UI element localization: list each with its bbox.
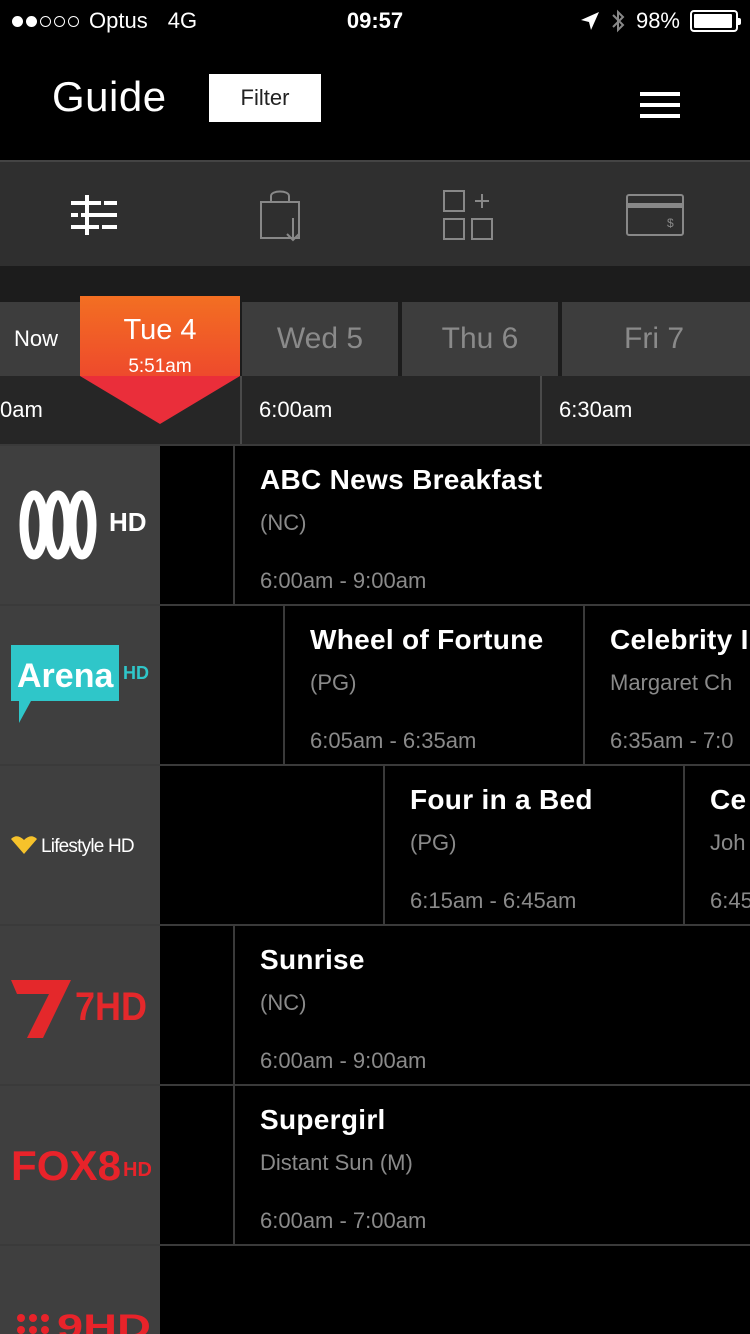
time-slot: 6:30am xyxy=(559,397,633,422)
program-cell[interactable]: Wheel of Fortune (PG) 6:05am - 6:35am xyxy=(283,606,583,764)
channel-row: Lifestyle HD Four in a Bed (PG) 6:15am -… xyxy=(0,764,750,924)
program-time: 6:05am - 6:35am xyxy=(310,728,477,753)
abc-logo: HD xyxy=(19,490,147,560)
program-title: Celebrity I xyxy=(610,624,749,655)
channel-logo-lifestyle[interactable]: Lifestyle HD xyxy=(0,766,160,924)
guide-grid-icon xyxy=(70,195,117,235)
time-slot-partial: 0am xyxy=(0,397,43,422)
active-day-label: Tue 4 xyxy=(123,314,197,346)
program-cell[interactable]: ABC News Breakfast (NC) 6:00am - 9:00am xyxy=(233,446,750,604)
toolbar-add-channels-button[interactable] xyxy=(374,162,561,268)
current-time-label: 5:51am xyxy=(128,356,192,377)
lifestyle-logo: Lifestyle HD xyxy=(11,836,135,857)
program-episode: Distant Sun (M) xyxy=(260,1150,413,1175)
program-rating: (NC) xyxy=(260,990,307,1015)
bluetooth-icon xyxy=(612,9,625,33)
toolbar: $ xyxy=(0,160,750,266)
channel-row: Arena HD Wheel of Fortune (PG) 6:05am - … xyxy=(0,604,750,764)
page-title: Guide xyxy=(52,73,167,120)
status-right: 98% xyxy=(580,8,741,34)
day-tab-wed[interactable]: Wed 5 xyxy=(242,302,398,376)
app-header: Guide Filter xyxy=(0,40,750,160)
channel-row: HD ABC News Breakfast (NC) 6:00am - 9:00… xyxy=(0,444,750,604)
program-title: Ce xyxy=(710,784,747,815)
program-time: 6:45 xyxy=(710,888,750,913)
location-arrow-icon xyxy=(580,12,599,30)
filter-button[interactable]: Filter xyxy=(209,74,321,122)
day-tab-active[interactable]: Tue 4 5:51am xyxy=(80,296,240,424)
channel-logo-seven[interactable]: 7HD xyxy=(0,926,160,1084)
arena-logo: Arena HD xyxy=(11,645,149,723)
toolbar-store-button[interactable] xyxy=(187,162,374,268)
program-episode: Margaret Ch xyxy=(610,670,733,695)
svg-text:$: $ xyxy=(667,216,674,230)
arena-logo-hd: HD xyxy=(123,663,149,683)
program-cell[interactable]: Celebrity I Margaret Ch 6:35am - 7:0 xyxy=(583,606,750,764)
channel-row: FOX8 HD Supergirl Distant Sun (M) 6:00am… xyxy=(0,1084,750,1244)
abc-logo-hd: HD xyxy=(109,507,147,537)
shopping-bag-download-icon xyxy=(259,190,300,242)
program-cell[interactable]: Supergirl Distant Sun (M) 6:00am - 7:00a… xyxy=(233,1086,750,1244)
lifestyle-logo-text: Lifestyle HD xyxy=(41,836,134,857)
program-time: 6:00am - 9:00am xyxy=(260,568,427,593)
program-cell[interactable]: Sunrise (NC) 6:00am - 9:00am xyxy=(233,926,750,1084)
day-tab-fri[interactable]: Fri 7 xyxy=(562,302,750,376)
now-marker-arrow xyxy=(80,376,240,424)
fox8-logo: FOX8 HD xyxy=(11,1142,151,1189)
program-title: ABC News Breakfast xyxy=(260,464,543,495)
time-divider xyxy=(540,376,542,444)
program-rating: (PG) xyxy=(410,830,457,855)
nine-logo-text: 9HD xyxy=(57,1308,151,1334)
day-tab-thu[interactable]: Thu 6 xyxy=(402,302,558,376)
program-title: Wheel of Fortune xyxy=(310,624,544,655)
seven-logo-text: 7HD xyxy=(75,985,147,1029)
nine-logo: 9HD xyxy=(17,1308,151,1334)
program-title: Sunrise xyxy=(260,944,365,975)
program-cell[interactable]: Ce Joh 6:45 xyxy=(683,766,750,924)
program-time: 6:35am - 7:0 xyxy=(610,728,734,753)
time-slot: 6:00am xyxy=(259,397,333,422)
program-rating: (PG) xyxy=(310,670,357,695)
channel-logo-fox8[interactable]: FOX8 HD xyxy=(0,1086,160,1244)
channel-logo-arena[interactable]: Arena HD xyxy=(0,606,160,764)
toolbar-payment-button[interactable]: $ xyxy=(561,162,748,268)
fox8-logo-text: FOX8 xyxy=(11,1142,121,1189)
program-time: 6:15am - 6:45am xyxy=(410,888,577,913)
battery-icon xyxy=(690,10,741,32)
program-rating: (NC) xyxy=(260,510,307,535)
status-bar: Optus 4G 09:57 98% xyxy=(0,0,750,40)
program-title: Supergirl xyxy=(260,1104,386,1135)
program-cell[interactable]: Four in a Bed (PG) 6:15am - 6:45am xyxy=(383,766,683,924)
now-tab[interactable]: Now xyxy=(0,302,80,376)
program-title: Four in a Bed xyxy=(410,784,593,815)
channel-row: 9HD xyxy=(0,1244,750,1334)
arena-logo-text: Arena xyxy=(17,657,114,695)
fox8-logo-hd: HD xyxy=(123,1159,151,1181)
seven-logo: 7HD xyxy=(11,980,147,1038)
program-time: 6:00am - 9:00am xyxy=(260,1048,427,1073)
hamburger-menu-icon[interactable] xyxy=(640,92,680,118)
program-episode: Joh xyxy=(710,830,746,855)
time-divider xyxy=(240,376,242,444)
program-time: 6:00am - 7:00am xyxy=(260,1208,427,1233)
channel-logo-abc[interactable]: HD xyxy=(0,446,160,604)
toolbar-guide-button[interactable] xyxy=(0,162,187,268)
channel-logo-nine[interactable]: 9HD xyxy=(0,1246,160,1334)
add-channels-icon xyxy=(442,190,493,240)
channel-row: 7HD Sunrise (NC) 6:00am - 9:00am xyxy=(0,924,750,1084)
battery-percent: 98% xyxy=(635,8,680,33)
payment-card-icon: $ xyxy=(625,194,684,236)
